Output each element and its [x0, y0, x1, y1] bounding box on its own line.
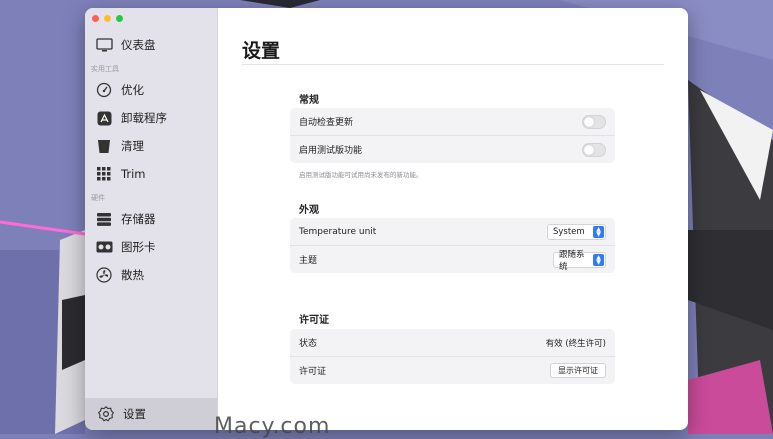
setting-row-temperature-unit: Temperature unit System ▲ ▼ — [290, 218, 615, 245]
drive-icon — [95, 210, 113, 228]
watermark-text: Macy.com — [214, 414, 331, 439]
section-title-general: 常规 — [299, 95, 319, 106]
setting-label: 许可证 — [299, 367, 327, 377]
chevron-updown-icon: ▲ ▼ — [593, 225, 604, 238]
sidebar-section-hardware: 硬件 — [91, 194, 105, 202]
beta-toggle[interactable] — [582, 142, 606, 157]
sidebar-item-dashboard[interactable]: 仪表盘 — [95, 34, 156, 56]
setting-label: 自动检查更新 — [299, 118, 354, 128]
trash-icon — [95, 137, 113, 155]
license-status-value: 有效 (终生许可) — [545, 338, 606, 349]
page-title: 设置 — [242, 40, 281, 62]
sidebar-item-trim[interactable]: Trim — [95, 163, 145, 185]
setting-label: 启用测试版功能 — [299, 146, 363, 156]
beta-note: 启用测试版功能可试用尚未发布的新功能。 — [299, 171, 423, 179]
sidebar-item-graphics[interactable]: 图形卡 — [95, 236, 156, 258]
license-group: 状态 有效 (终生许可) 许可证 显示许可证 — [290, 329, 615, 384]
chevron-updown-icon: ▲ ▼ — [593, 253, 604, 266]
setting-label: 主题 — [299, 256, 318, 266]
sidebar-item-label: 图形卡 — [121, 240, 156, 254]
sidebar-section-tools: 实用工具 — [91, 65, 119, 73]
sidebar-item-label: 仪表盘 — [121, 38, 156, 52]
sidebar-item-label: 优化 — [121, 83, 144, 97]
sidebar-item-uninstaller[interactable]: 卸载程序 — [95, 107, 167, 129]
sidebar-item-cooling[interactable]: 散热 — [95, 264, 144, 286]
grid-icon — [95, 165, 113, 183]
setting-row-auto-update: 自动检查更新 — [290, 108, 615, 135]
setting-row-theme: 主题 跟随系统 ▲ ▼ — [290, 245, 615, 273]
general-group: 自动检查更新 启用测试版功能 — [290, 108, 615, 163]
sidebar-item-label: Trim — [121, 167, 146, 181]
auto-update-toggle[interactable] — [582, 114, 606, 129]
section-title-license: 许可证 — [299, 315, 329, 326]
select-value: System — [553, 226, 585, 237]
setting-row-beta: 启用测试版功能 — [290, 135, 615, 163]
setting-label: 状态 — [299, 339, 318, 349]
sidebar-item-settings[interactable]: 设置 — [97, 403, 146, 425]
fan-icon — [95, 266, 113, 284]
theme-select[interactable]: 跟随系统 ▲ ▼ — [553, 250, 606, 272]
sidebar-item-label: 散热 — [121, 268, 144, 282]
sidebar-item-label: 存储器 — [121, 212, 156, 226]
gpu-icon — [95, 238, 113, 256]
sidebar-settings-bar: 设置 — [85, 398, 217, 430]
sidebar-item-label: 卸载程序 — [121, 111, 167, 125]
monitor-icon — [95, 36, 113, 54]
appearance-group: Temperature unit System ▲ ▼ 主题 跟随系统 ▲ ▼ — [290, 218, 615, 273]
sidebar: 仪表盘 实用工具 优化 卸载程序 清理 Trim 硬件 存储器 图形卡 散热 设… — [85, 8, 218, 430]
gauge-icon — [95, 81, 113, 99]
sidebar-item-label: 设置 — [123, 407, 146, 421]
zoom-window-button[interactable] — [116, 15, 123, 22]
gear-icon — [97, 405, 115, 423]
settings-content: 设置 常规 自动检查更新 启用测试版功能 启用测试版功能可试用尚未发布的新功能。… — [218, 8, 688, 430]
temperature-unit-select[interactable]: System ▲ ▼ — [547, 223, 606, 240]
sidebar-item-storage[interactable]: 存储器 — [95, 208, 156, 230]
show-license-button[interactable]: 显示许可证 — [550, 363, 606, 378]
section-title-appearance: 外观 — [299, 205, 319, 216]
sidebar-item-optimize[interactable]: 优化 — [95, 79, 144, 101]
minimize-window-button[interactable] — [104, 15, 111, 22]
license-row-status: 状态 有效 (终生许可) — [290, 329, 615, 356]
license-row-key: 许可证 显示许可证 — [290, 356, 615, 384]
app-window: 仪表盘 实用工具 优化 卸载程序 清理 Trim 硬件 存储器 图形卡 散热 设… — [85, 8, 688, 430]
title-divider — [242, 64, 664, 65]
setting-label: Temperature unit — [299, 226, 377, 237]
sidebar-item-label: 清理 — [121, 139, 144, 153]
select-value: 跟随系统 — [559, 249, 585, 272]
close-window-button[interactable] — [92, 15, 99, 22]
app-store-icon — [95, 109, 113, 127]
sidebar-item-clean[interactable]: 清理 — [95, 135, 144, 157]
window-controls — [92, 15, 123, 22]
